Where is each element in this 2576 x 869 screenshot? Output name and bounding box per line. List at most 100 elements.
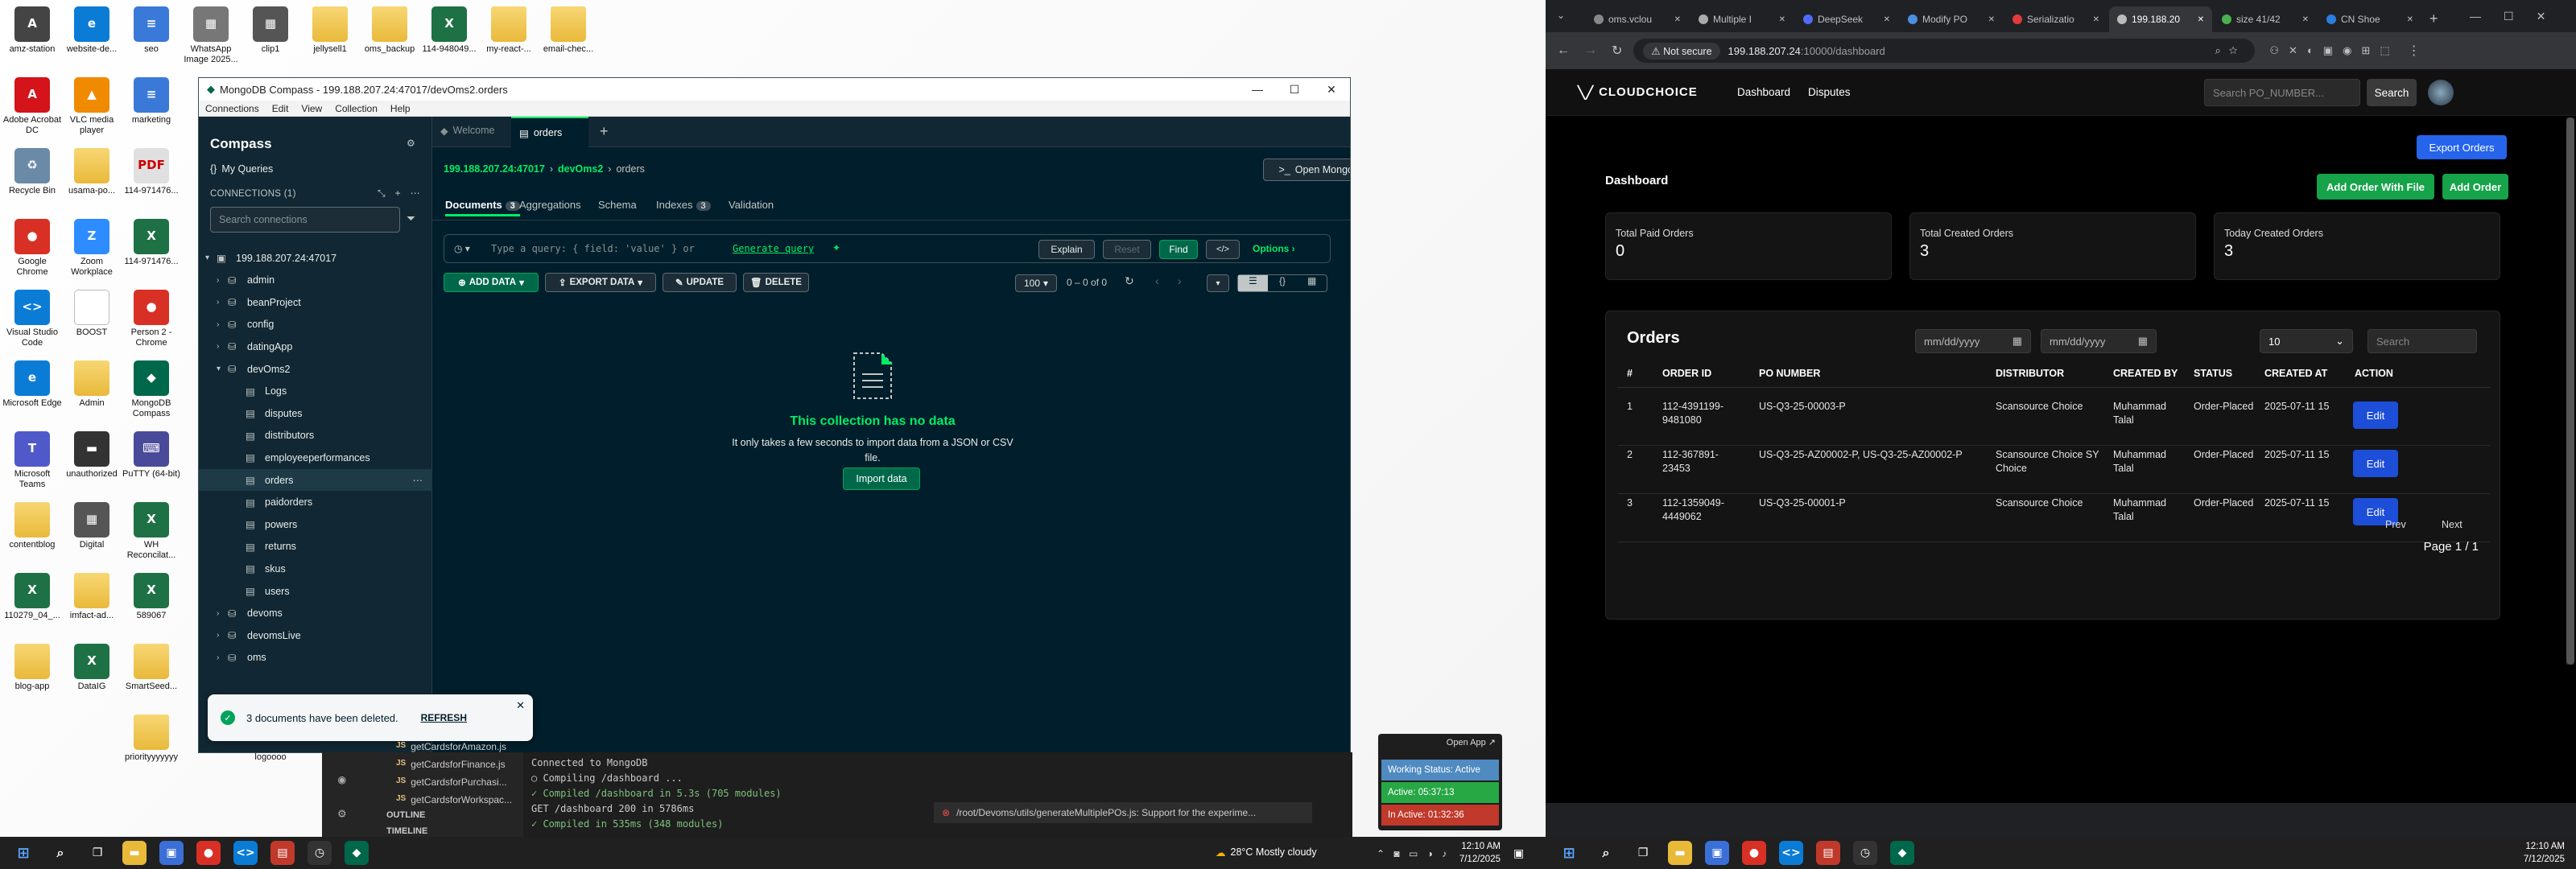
export-orders-button[interactable]: Export Orders [2417, 135, 2507, 159]
collapse-icon[interactable]: ⤡ [378, 187, 386, 200]
tree-db[interactable]: › ⛁ oms [199, 647, 432, 669]
connections-search-input[interactable]: Search connections [210, 207, 400, 233]
tree-collection[interactable]: ▤ employeeperformances [199, 447, 432, 468]
desktop-icon[interactable]: <> Visual Studio Code [2, 290, 63, 348]
desktop-icon[interactable]: X 114-971476... [121, 219, 182, 267]
table-view-icon[interactable]: ▦ [1297, 275, 1327, 291]
desktop-icon[interactable]: ▦ WhatsApp Image 2025... [180, 6, 242, 64]
outline-section[interactable]: OUTLINE [386, 810, 425, 820]
expand-toggle-icon[interactable]: ▾ [1207, 274, 1229, 292]
error-notification[interactable]: ⊗ /root/Devoms/utils/generateMultiplePOs… [934, 802, 1312, 823]
find-button[interactable]: Find [1159, 240, 1198, 259]
minimize-button[interactable]: — [1239, 83, 1276, 97]
desktop-icon[interactable]: Admin [61, 360, 122, 409]
close-window-button[interactable]: ✕ [2537, 10, 2546, 23]
tab-documents[interactable]: Documents 3 [445, 196, 520, 216]
desktop-icon[interactable]: A Adobe Acrobat DC [2, 77, 63, 135]
open-app-link[interactable]: Open App ↗ [1447, 737, 1496, 748]
my-queries-link[interactable]: {} My Queries [210, 163, 273, 175]
timeline-section[interactable]: TIMELINE [386, 826, 427, 836]
start-windows-icon[interactable]: ⊞ [11, 841, 35, 865]
breadcrumb-host[interactable]: 199.188.207.24:47017 [444, 163, 545, 175]
tray-icons[interactable]: ⌃ ◙ ▭ ◑ ♪ [1377, 848, 1450, 859]
next-button[interactable]: Next [2442, 519, 2462, 530]
desktop-icon[interactable]: contentblog [2, 502, 63, 550]
explorer-file[interactable]: JS getCardsforPurchasi... [396, 776, 507, 788]
reload-icon[interactable]: ↻ [1612, 43, 1622, 59]
update-button[interactable]: ✎ UPDATE [663, 273, 737, 292]
app-logo[interactable]: ╲╱ CLOUDCHOICE [1578, 85, 1698, 100]
chrome-menu-icon[interactable]: ⋮ [2408, 43, 2421, 59]
tree-collection[interactable]: ▤ distributors [199, 425, 432, 447]
search-icon[interactable]: ⌕ [1594, 841, 1618, 865]
browser-tab[interactable]: DeepSeek ✕ [1795, 6, 1898, 32]
desktop-icon[interactable]: ▦ Digital [61, 502, 122, 550]
list-view-icon[interactable]: ☰ [1238, 275, 1268, 291]
breadcrumb-db[interactable]: devOms2 [558, 163, 603, 175]
desktop-icon[interactable]: priorityyyyyyy [121, 715, 182, 763]
forward-icon[interactable]: → [1584, 43, 1597, 58]
desktop-icon[interactable]: jellysell1 [299, 6, 361, 55]
query-bar[interactable]: ◷ ▾ Type a query: { field: 'value' } or … [444, 234, 1331, 263]
file-explorer-icon[interactable]: ▬ [122, 841, 147, 865]
desktop-icon[interactable]: ● Google Chrome [2, 219, 63, 277]
tree-collection[interactable]: ▤ returns [199, 536, 432, 558]
desktop-icon[interactable]: blog-app [2, 644, 63, 692]
tree-collection[interactable]: ▤ users [199, 580, 432, 602]
file-explorer-icon[interactable]: ▬ [1668, 841, 1692, 865]
add-data-button[interactable]: ⊕ ADD DATA ▾ [444, 273, 539, 292]
settings-gear-icon[interactable]: ⚙ [407, 138, 415, 149]
browser-tab[interactable]: CN Shoe ✕ [2318, 6, 2421, 32]
start-windows-icon[interactable]: ⊞ [1557, 841, 1581, 865]
nav-disputes[interactable]: Disputes [1808, 86, 1851, 98]
menu-help[interactable]: Help [384, 103, 417, 114]
clock[interactable]: 12:10 AM 7/12/2025 [1455, 840, 1501, 866]
export-data-button[interactable]: ⇪ EXPORT DATA ▾ [545, 273, 656, 292]
close-window-button[interactable]: ✕ [1313, 83, 1350, 97]
open-shell-button[interactable]: >_ Open MongoDB shell [1263, 159, 1350, 181]
desktop-icon[interactable]: e Microsoft Edge [2, 360, 63, 409]
remote-app-icon[interactable]: ▤ [270, 841, 295, 865]
tab-close-icon[interactable]: ✕ [1988, 15, 1995, 24]
more-icon[interactable]: ⋯ [413, 474, 423, 486]
tab-close-icon[interactable]: ✕ [2093, 15, 2099, 24]
chrome-icon[interactable]: ● [196, 841, 221, 865]
toast-close-icon[interactable]: ✕ [516, 699, 525, 712]
tree-db[interactable]: › ⛁ datingApp [199, 336, 432, 357]
browser-tab[interactable]: Modify PO ✕ [1900, 6, 2003, 32]
desktop-icon[interactable]: ♻ Recycle Bin [2, 148, 63, 196]
import-data-button[interactable]: Import data [843, 467, 920, 490]
desktop-icon[interactable]: ◆ MongoDB Compass [121, 360, 182, 418]
task-view-icon[interactable]: ❐ [1631, 841, 1655, 865]
table-search-input[interactable]: Search [2368, 329, 2477, 353]
add-order-with-file-button[interactable]: Add Order With File [2317, 174, 2434, 200]
menu-connections[interactable]: Connections [199, 103, 266, 114]
refresh-icon[interactable]: ↻ [1125, 274, 1134, 288]
compass-taskbar-icon[interactable]: ◆ [1890, 841, 1914, 865]
po-search-input[interactable]: Search PO_NUMBER... [2204, 79, 2360, 106]
po-search-button[interactable]: Search [2367, 79, 2417, 106]
tab-close-icon[interactable]: ✕ [1884, 15, 1890, 24]
desktop-icon[interactable]: PDF 114-971476... [121, 148, 182, 196]
browser-tab[interactable]: Serializatio ✕ [2004, 6, 2107, 32]
store-icon[interactable]: ▣ [1705, 841, 1729, 865]
tree-collection[interactable]: ▤ orders ⋯ [199, 469, 432, 491]
desktop-icon[interactable]: my-react-... [478, 6, 539, 55]
browser-tab[interactable]: oms.vclou ✕ [1586, 6, 1689, 32]
tab-welcome[interactable]: ◆ Welcome [440, 125, 495, 137]
menu-collection[interactable]: Collection [328, 103, 384, 114]
toast-refresh-button[interactable]: REFRESH [421, 712, 467, 723]
filter-icon[interactable]: ⏷ [407, 212, 415, 225]
desktop-icon[interactable]: X 114-948049... [419, 6, 480, 55]
desktop-icon[interactable]: X 589067 [121, 573, 182, 621]
tree-host[interactable]: ▾ ▣ 199.188.207.24:47017 [199, 247, 432, 269]
next-page-icon[interactable]: › [1178, 274, 1182, 287]
desktop-icon[interactable]: Aamz-station [2, 6, 63, 55]
chrome-icon[interactable]: ● [1742, 841, 1766, 865]
tab-validation[interactable]: Validation [729, 196, 774, 214]
desktop-icon[interactable]: ⌨ PuTTY (64-bit) [121, 431, 182, 480]
tab-close-icon[interactable]: ✕ [2198, 15, 2204, 24]
desktop-icon[interactable]: T Microsoft Teams [2, 431, 63, 489]
tab-aggregations[interactable]: Aggregations [519, 196, 581, 214]
desktop-icon[interactable]: X WH Reconcilat... [121, 502, 182, 560]
